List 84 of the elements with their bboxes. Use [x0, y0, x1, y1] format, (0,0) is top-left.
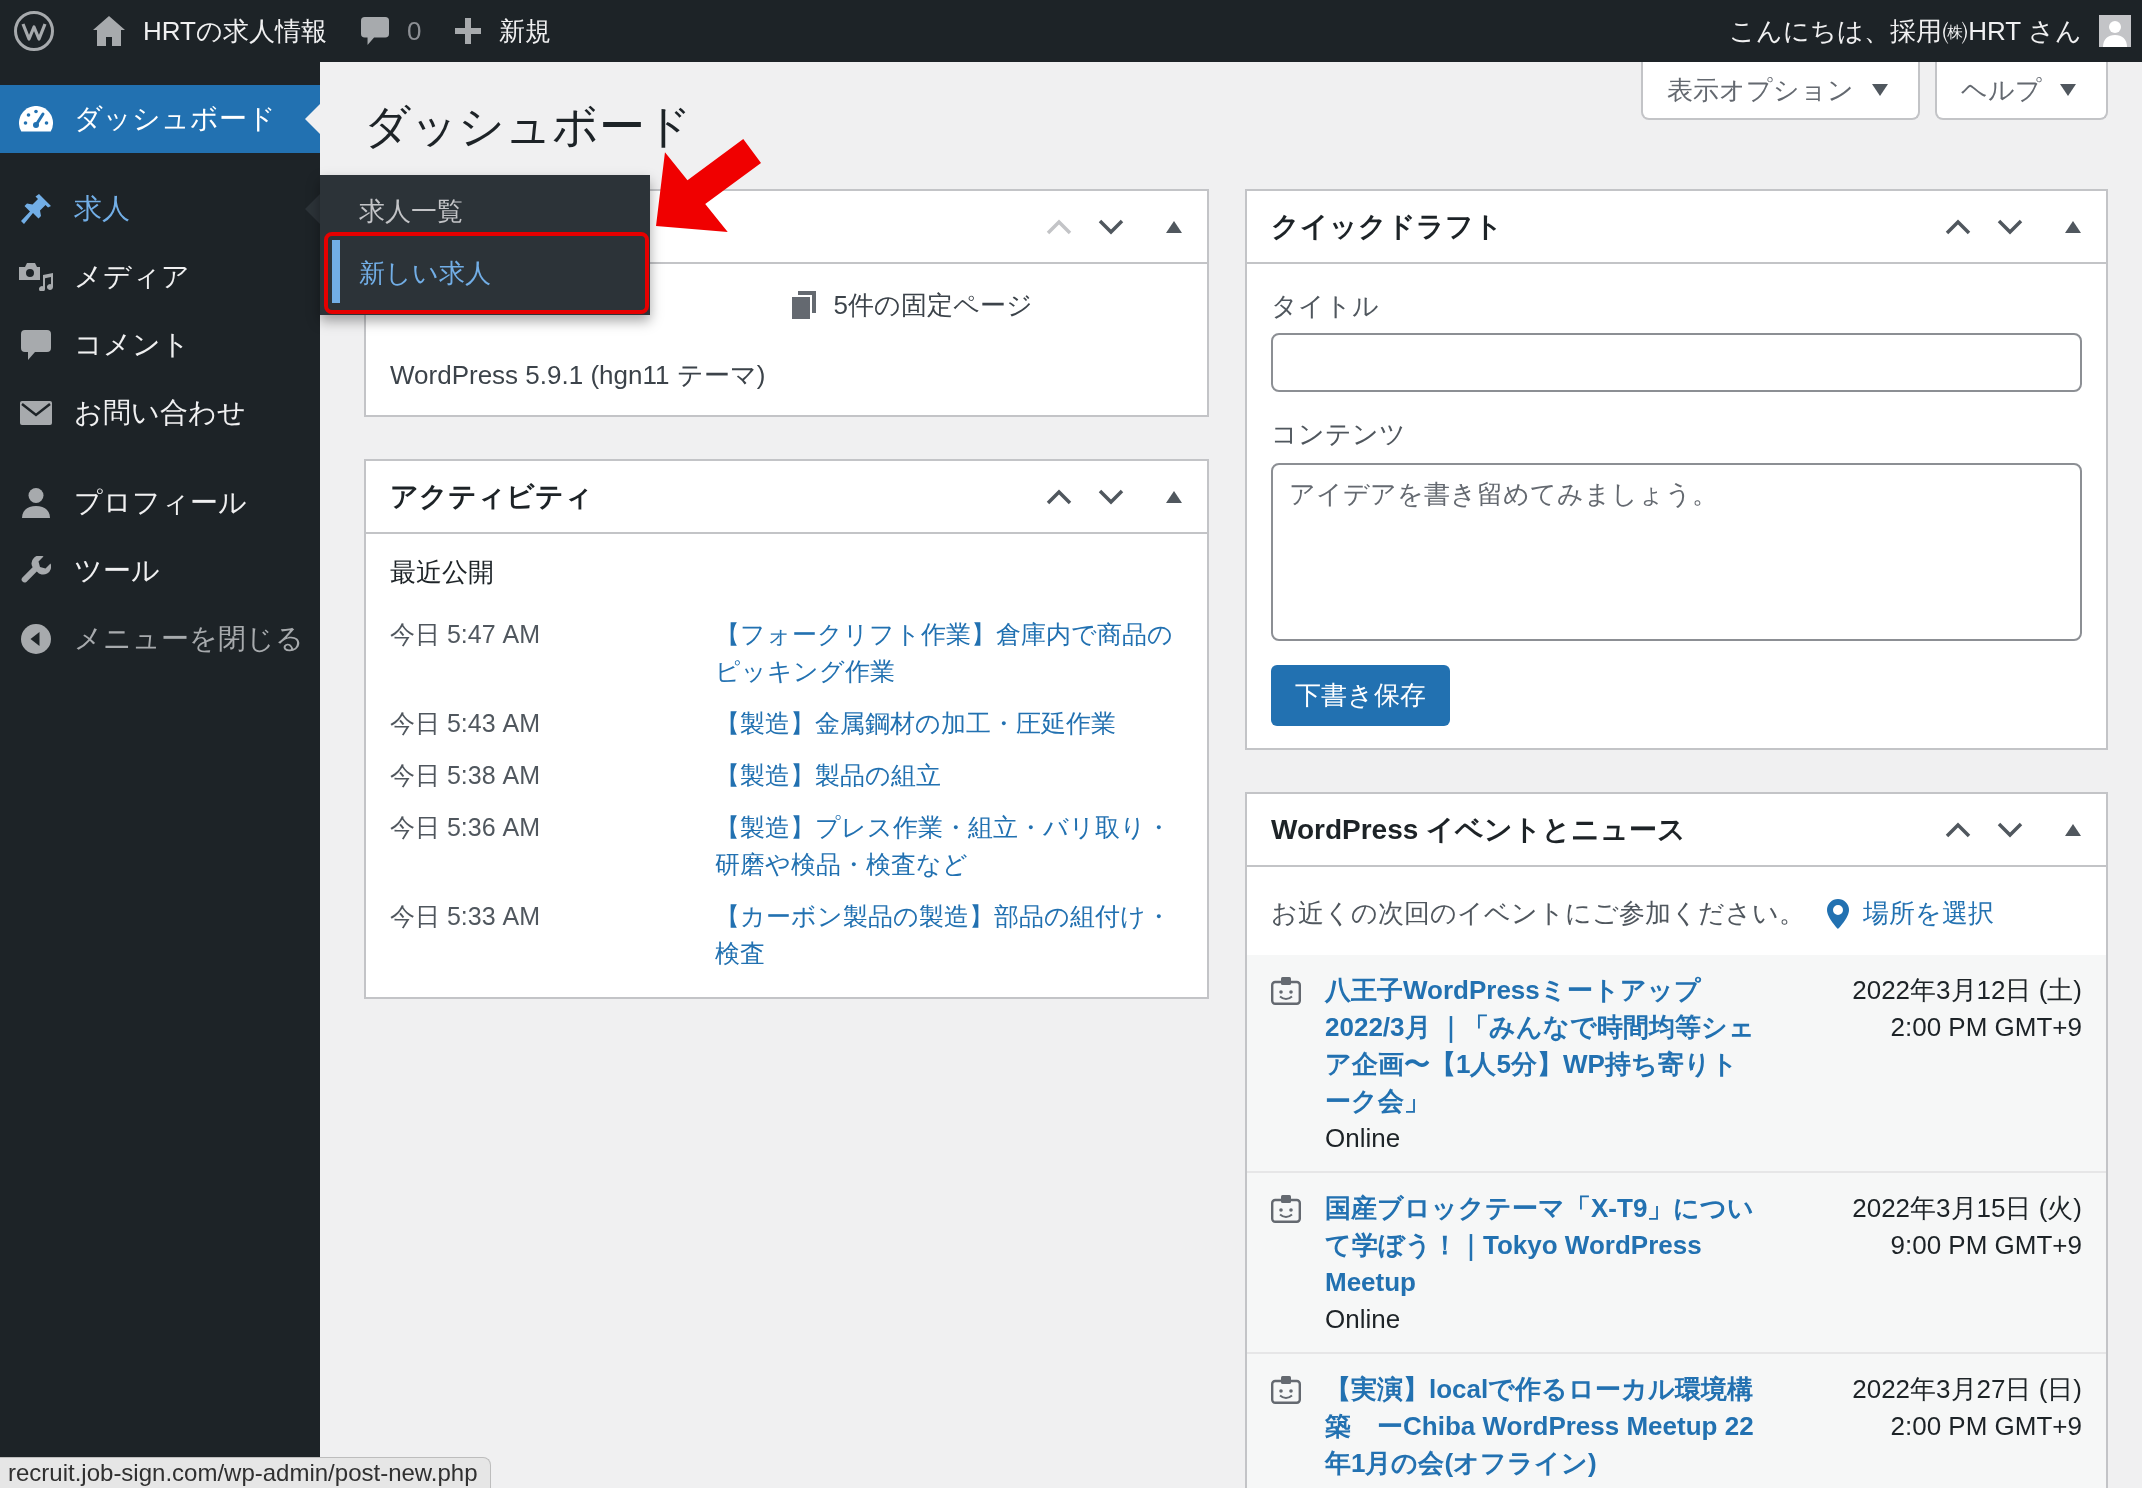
event-location-text: Online [1325, 1303, 1401, 1336]
triangle-up-icon [1166, 220, 1182, 233]
site-name-link[interactable]: HRTの求人情報 [76, 0, 344, 62]
event-time-text: 9:00 PM GMT+9 [1890, 1229, 2082, 1262]
caret-down-icon [1872, 84, 1888, 96]
post-date-text: 今日 5:36 AM [390, 812, 541, 843]
avatar-icon [2099, 15, 2131, 47]
post-date-text: 今日 5:47 AM [390, 619, 541, 650]
account-link[interactable]: こんにちは、採用㈱HRT さん [1729, 0, 2131, 62]
menu-item[interactable]: メディア [0, 243, 320, 311]
pages-icon [791, 291, 816, 319]
help-button[interactable]: ヘルプ [1935, 62, 2108, 120]
location-pin-icon [1827, 898, 1849, 929]
content-textarea[interactable]: アイデアを書き留めてみましょう。 [1271, 463, 2082, 641]
triangle-up-icon [2065, 220, 2081, 233]
post-title-link[interactable]: 【製造】製品の組立 [715, 757, 1187, 794]
speech-bubble-icon [360, 17, 389, 45]
triangle-up-icon [2065, 823, 2081, 836]
page-title: ダッシュボード [364, 99, 692, 154]
chevron-up-icon [1046, 218, 1072, 235]
pushpin-icon [21, 194, 51, 224]
chevron-down-icon [1098, 218, 1124, 235]
name-tag-icon [1271, 1376, 1301, 1404]
widget-title: アクティビティ [390, 479, 594, 514]
wrench-icon [21, 556, 51, 586]
chevron-up-icon [1945, 821, 1971, 838]
camera-music-icon [19, 263, 53, 291]
post-title-link[interactable]: 【製造】金属鋼材の加工・圧延作業 [715, 705, 1187, 742]
chevron-down-icon [1997, 218, 2023, 235]
gauge-icon [19, 106, 53, 132]
post-date-text: 今日 5:33 AM [390, 901, 541, 932]
envelope-icon [20, 401, 52, 425]
event-title-link[interactable]: 国産ブロックテーマ「X-T9」について学ぼう！｜Tokyo WordPress Meetup [1325, 1190, 1755, 1301]
caret-down-icon [2060, 84, 2076, 96]
home-icon [93, 16, 125, 46]
event-date-text: 2022年3月15日 (火) [1852, 1192, 2082, 1225]
save-draft-button[interactable]: 下書き保存 [1271, 665, 1450, 726]
event-title-link[interactable]: 【実演】localで作るローカル環境構築 ーChiba WordPress Meetup 22年1月の会(オフライン) [1325, 1371, 1755, 1482]
post-date-text: 今日 5:38 AM [390, 760, 541, 791]
event-title-link[interactable]: 八王子WordPressミートアップ 2022/3月 ｜「みんなで時間均等シェア企画〜【1人5分】WP持ち寄りトーク会」 [1325, 972, 1755, 1120]
plus-icon [455, 18, 482, 44]
event-date-text: 2022年3月12日 (土) [1852, 974, 2082, 1007]
submenu-item[interactable]: 新しい求人 [324, 232, 649, 314]
event-location-text: Online [1325, 1122, 1401, 1155]
collapse-left-icon [21, 624, 51, 654]
event-date-text: 2022年3月27日 (日) [1852, 1373, 2082, 1406]
widget-title: クイックドラフト [1271, 209, 1504, 244]
logo-icon[interactable] [14, 11, 54, 51]
post-title-link[interactable]: 【フォークリフト作業】倉庫内で商品のピッキング作業 [715, 616, 1187, 690]
menu-item[interactable]: お問い合わせ [0, 379, 320, 447]
post-title-link[interactable]: 【カーボン製品の製造】部品の組付け・検査 [715, 898, 1187, 972]
select-location-link[interactable]: 場所を選択 [1827, 896, 1994, 931]
menu-item[interactable]: プロフィール [0, 469, 320, 537]
pointer-triangle-icon [305, 104, 320, 134]
chevron-down-icon [1997, 821, 2023, 838]
post-title-link[interactable]: 【製造】プレス作業・組立・バリ取り・研磨や検品・検査など [715, 809, 1187, 883]
collapse-menu-button[interactable]: メニューを閉じる [0, 605, 320, 673]
pages-count-link[interactable]: 5件の固定ページ [786, 282, 1033, 328]
new-content-link[interactable]: 新規 [438, 0, 569, 62]
screen-options-button[interactable]: 表示オプション [1641, 62, 1920, 120]
menu-item[interactable]: ダッシュボード [0, 85, 320, 153]
user-icon [22, 488, 50, 518]
comments-link[interactable]: 0 [343, 0, 439, 62]
chevron-up-icon [1945, 218, 1971, 235]
name-tag-icon [1271, 1195, 1301, 1223]
post-date-text: 今日 5:43 AM [390, 708, 541, 739]
title-input[interactable] [1271, 333, 2082, 392]
field-label: タイトル [1271, 290, 1379, 323]
menu-item[interactable]: コメント [0, 311, 320, 379]
section-heading: 最近公開 [390, 556, 495, 589]
chevron-up-icon [1046, 488, 1072, 505]
triangle-up-icon [1166, 490, 1182, 503]
event-time-text: 2:00 PM GMT+9 [1890, 1410, 2082, 1443]
version-text: WordPress 5.9.1 (hgn11 テーマ) [390, 359, 767, 392]
submenu-item[interactable]: 求人一覧 [320, 191, 649, 232]
status-url-tooltip: recruit.job-sign.com/wp-admin/post-new.php [0, 1457, 491, 1488]
menu-item[interactable]: ツール [0, 537, 320, 605]
name-tag-icon [1271, 977, 1301, 1005]
field-label: コンテンツ [1271, 418, 1406, 451]
events-intro-text: お近くの次回のイベントにご参加ください。 [1271, 897, 1805, 930]
widget-title: WordPress イベントとニュース [1271, 812, 1688, 847]
speech-bubble-icon [21, 330, 51, 360]
event-time-text: 2:00 PM GMT+9 [1890, 1011, 2082, 1044]
chevron-down-icon [1098, 488, 1124, 505]
